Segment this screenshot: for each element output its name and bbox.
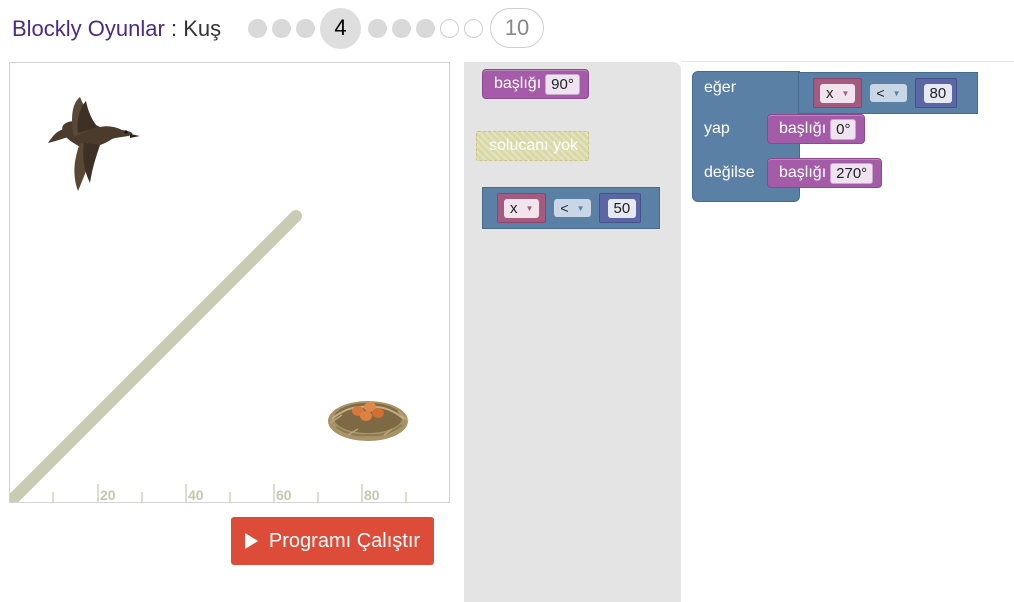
max-level[interactable]: 10 (490, 8, 544, 48)
tick-label-80: 80 (364, 487, 380, 503)
workspace-divider (681, 61, 1014, 62)
condition-number-block[interactable]: 80 (914, 78, 958, 108)
toolbox-no-worm-block[interactable]: solucanı yok (476, 131, 589, 161)
dropdown-arrow-icon: ▼ (892, 88, 901, 98)
else-heading-block[interactable]: başlığı 270° (767, 158, 883, 188)
level-3-dot[interactable] (296, 18, 315, 38)
no-worm-label: solucanı yok (489, 137, 578, 154)
level-7-dot[interactable] (416, 18, 435, 38)
dropdown-arrow-icon: ▼ (841, 88, 850, 98)
toolbox-compare-block[interactable]: x ▼ < ▼ 50 (482, 187, 660, 229)
level-9-dot[interactable] (464, 18, 483, 38)
position-variable-block[interactable]: x ▼ (497, 193, 547, 223)
current-level[interactable]: 4 (320, 7, 361, 49)
position-dropdown[interactable]: x ▼ (504, 198, 540, 218)
run-program-label: Programı Çalıştır (268, 529, 421, 552)
level-8-dot[interactable] (440, 18, 459, 38)
header: Blockly Oyunlar : Kuş 4 10 (0, 0, 1014, 58)
level-selector: 4 10 (248, 7, 544, 49)
do-heading-label: başlığı (779, 120, 827, 137)
else-label: değilse (704, 164, 755, 181)
level-2-dot[interactable] (272, 18, 291, 38)
condition-variable-block[interactable]: x ▼ (813, 78, 863, 108)
dropdown-arrow-icon: ▼ (576, 203, 585, 213)
game-visualization: 20 40 60 80 (9, 62, 450, 503)
play-icon (244, 533, 258, 549)
tick-label-60: 60 (276, 487, 292, 503)
brand-link[interactable]: Blockly Oyunlar (12, 16, 165, 41)
bird-icon (48, 97, 140, 191)
if-label: eğer (704, 79, 737, 96)
condition-number-field[interactable]: 80 (923, 83, 953, 103)
do-label: yap (704, 120, 730, 137)
number-block[interactable]: 50 (598, 193, 642, 223)
title-separator: : (164, 16, 184, 41)
level-6-dot[interactable] (392, 18, 411, 38)
else-heading-angle-field[interactable]: 270° (830, 162, 874, 184)
game-name: Kuş (183, 16, 222, 41)
operator-dropdown[interactable]: < ▼ (554, 199, 591, 217)
level-5-dot[interactable] (368, 18, 387, 38)
do-heading-angle-field[interactable]: 0° (830, 118, 857, 140)
number-field[interactable]: 50 (607, 198, 637, 218)
dropdown-arrow-icon: ▼ (525, 203, 534, 213)
nest-icon (328, 401, 409, 441)
page-title: Blockly Oyunlar : Kuş (12, 16, 221, 42)
tick-label-40: 40 (188, 487, 204, 503)
condition-position-dropdown[interactable]: x ▼ (820, 83, 856, 103)
else-heading-label: başlığı (779, 164, 827, 181)
condition-operator-dropdown[interactable]: < ▼ (870, 84, 907, 102)
run-program-button[interactable]: Programı Çalıştır (231, 517, 434, 565)
tick-label-20: 20 (100, 487, 116, 503)
do-heading-block[interactable]: başlığı 0° (767, 114, 866, 144)
wall (10, 210, 302, 502)
heading-angle-field[interactable]: 90° (545, 73, 580, 95)
condition-compare-block[interactable]: x ▼ < ▼ 80 (798, 72, 978, 114)
heading-block-label: başlığı (494, 75, 542, 92)
toolbox-heading-block[interactable]: başlığı 90° (482, 69, 589, 99)
level-1-dot[interactable] (248, 18, 267, 38)
